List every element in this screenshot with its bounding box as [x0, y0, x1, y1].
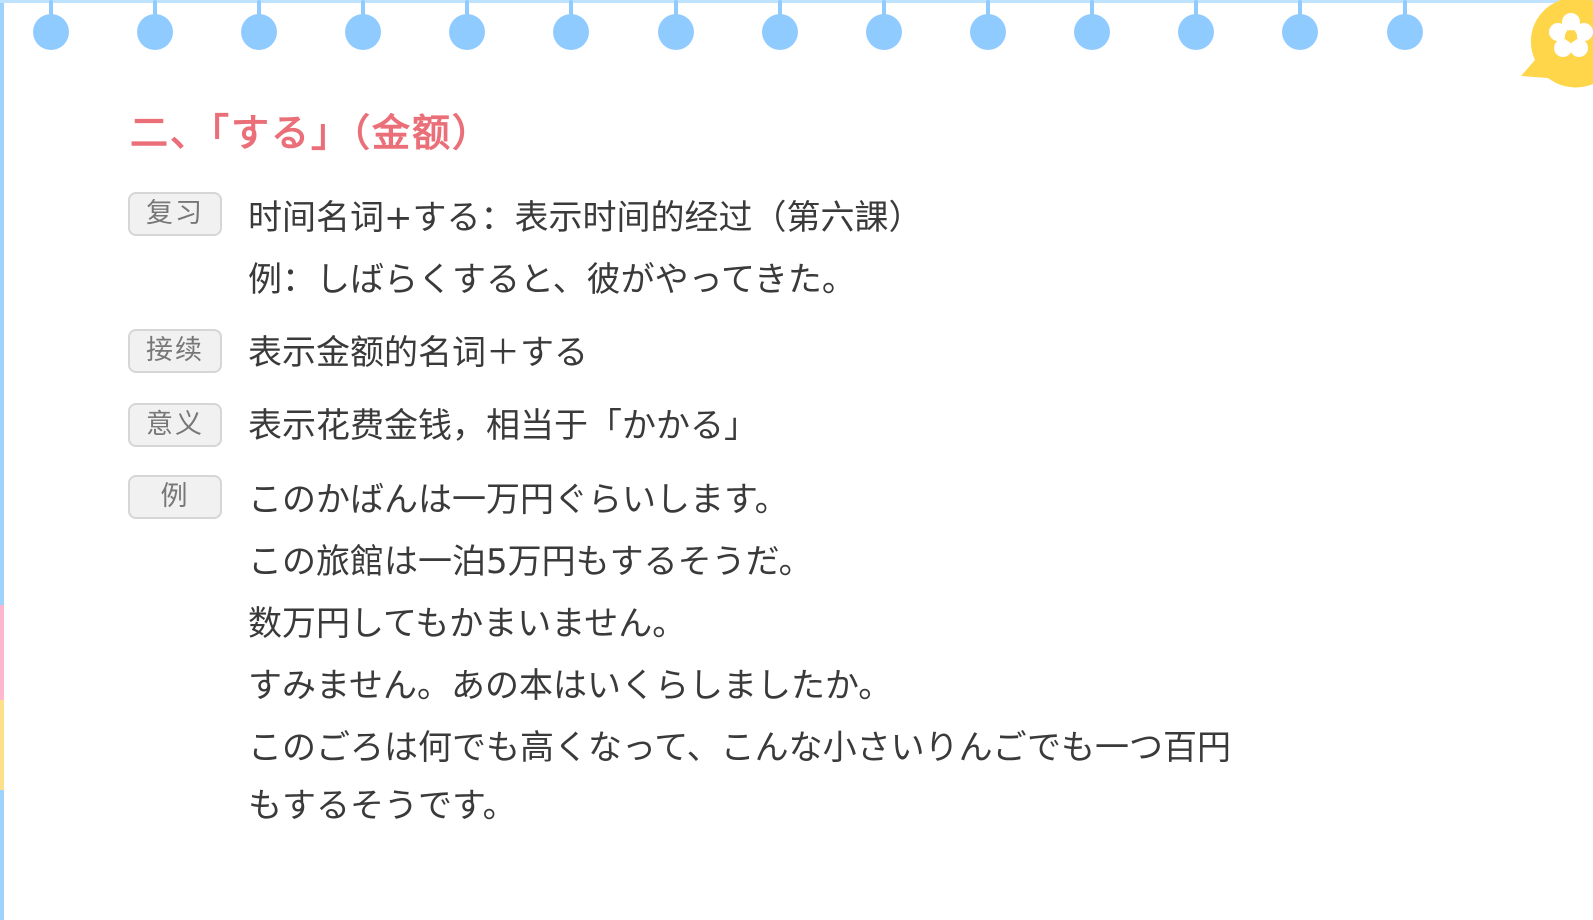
example-line: この旅館は一泊5万円もするそうだ。	[248, 542, 813, 582]
binder-ring-icon	[1177, 0, 1215, 52]
example-line-continuation: もするそうです。	[248, 786, 517, 826]
connection-line: 表示金额的名词＋する	[248, 333, 588, 373]
meaning-line: 表示花费金钱，相当于「かかる」	[248, 406, 758, 446]
review-tag: 复习	[128, 192, 222, 236]
example-line: このごろは何でも高くなって、こんな小さいりんごでも一つ百円	[248, 728, 1231, 768]
binder-ring-icon	[344, 0, 382, 52]
binder-ring-icon	[448, 0, 486, 52]
connection-content: 表示金额的名词＋する	[248, 322, 588, 384]
example-line: このかばんは一万円ぐらいします。	[248, 480, 789, 520]
binder-ring-icon	[1073, 0, 1111, 52]
example-line: 数万円してもかまいません。	[248, 604, 687, 644]
connection-tag: 接续	[128, 329, 222, 373]
binder-ring-icon	[657, 0, 695, 52]
binder-ring-icon	[240, 0, 278, 52]
binder-ring-row	[0, 0, 1593, 60]
meaning-tag: 意义	[128, 403, 222, 447]
flower-badge-icon	[1521, 0, 1593, 88]
binder-ring-icon	[1281, 0, 1319, 52]
examples-content: このかばんは一万円ぐらいします。 この旅館は一泊5万円もするそうだ。 数万円して…	[248, 469, 1231, 833]
binder-ring-icon	[865, 0, 903, 52]
slide-page: 二、「する」（金额） 复习 时间名词+する：表示时间的经过（第六課） 例：しばら…	[0, 0, 1593, 920]
binder-ring-icon	[32, 0, 70, 52]
meaning-content: 表示花费金钱，相当于「かかる」	[248, 395, 758, 457]
binder-ring-icon	[552, 0, 590, 52]
example-line: すみません。あの本はいくらしましたか。	[248, 666, 893, 706]
examples-tag: 例	[128, 475, 222, 519]
review-example-line: 例：しばらくすると、彼がやってきた。	[248, 260, 856, 300]
binder-ring-icon	[1386, 0, 1424, 52]
section-title: 二、「する」（金额）	[130, 111, 493, 155]
binder-ring-icon	[761, 0, 799, 52]
review-content: 时间名词+する：表示时间的经过（第六課） 例：しばらくすると、彼がやってきた。	[248, 187, 923, 311]
binder-ring-icon	[136, 0, 174, 52]
review-line: 时间名词+する：表示时间的经过（第六課）	[248, 198, 923, 238]
binder-ring-icon	[969, 0, 1007, 52]
left-border	[0, 0, 4, 920]
